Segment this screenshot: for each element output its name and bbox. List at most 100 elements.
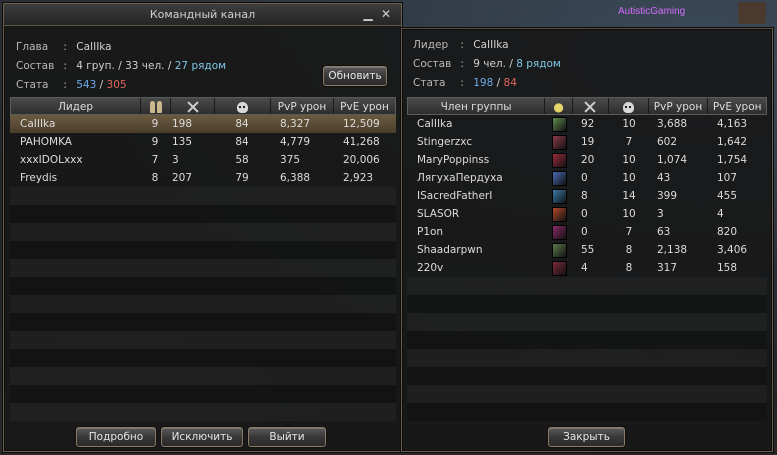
- stats-label: Стата: [413, 77, 446, 89]
- stream-tag: AutisticGaming: [618, 6, 686, 17]
- row-kills: 0: [581, 208, 588, 220]
- row-deaths: 84: [235, 136, 249, 148]
- row-deaths: 58: [235, 154, 249, 166]
- table-row[interactable]: xxxIDOLxxx 7 3 58 375 20,006: [10, 151, 396, 169]
- star-icon: ●: [553, 100, 564, 114]
- row-deaths: 14: [622, 190, 636, 202]
- stat-deaths: 84: [503, 77, 517, 89]
- row-deaths: 8: [625, 244, 633, 256]
- table-row[interactable]: PAHOMKA 9 135 84 4,779 41,268: [10, 133, 396, 151]
- table-row[interactable]: CaIIIka 9 198 84 8,327 12,509: [10, 115, 396, 133]
- composition-label: Состав: [16, 60, 55, 72]
- row-kills: 135: [172, 136, 193, 148]
- row-deaths: 10: [622, 118, 636, 130]
- empty-row: [10, 367, 396, 385]
- class-icon: [551, 207, 567, 222]
- empty-row: [407, 385, 767, 403]
- row-class: [545, 259, 573, 277]
- row-deaths: 10: [622, 172, 636, 184]
- row-pve: 158: [717, 262, 738, 274]
- row-pvp: 8,327: [280, 118, 311, 130]
- row-class: [545, 151, 573, 169]
- row-pvp: 63: [657, 226, 671, 238]
- empty-row: [407, 349, 767, 367]
- row-kills: 20: [581, 154, 595, 166]
- empty-row: [10, 313, 396, 331]
- col-pve[interactable]: PvE урон: [334, 98, 395, 114]
- col-pve[interactable]: PvE урон: [708, 98, 766, 114]
- row-pvp: 6,388: [280, 172, 311, 184]
- row-deaths: 7: [625, 226, 633, 238]
- col-leader[interactable]: Лидер: [11, 98, 141, 114]
- class-icon: [551, 135, 567, 150]
- table-row[interactable]: CaIIIka 92 10 3,688 4,163: [407, 115, 767, 133]
- table-row[interactable]: P1on 0 7 63 820: [407, 223, 767, 241]
- col-pvp[interactable]: PvP урон: [271, 98, 334, 114]
- row-kills: 0: [581, 172, 588, 184]
- row-name: MaryPoppinss: [417, 154, 490, 166]
- nearby-count: 8 рядом: [516, 58, 561, 70]
- refresh-button[interactable]: Обновить: [323, 66, 387, 86]
- col-pvp[interactable]: PvP урон: [649, 98, 709, 114]
- table-row[interactable]: Stingerzxc 19 7 602 1,642: [407, 133, 767, 151]
- empty-row: [407, 277, 767, 295]
- window-titlebar[interactable]: Командный канал ▁ ✕: [4, 4, 401, 26]
- row-deaths: 84: [235, 118, 249, 130]
- leave-button[interactable]: Выйти: [248, 427, 326, 447]
- row-name: Stingerzxc: [417, 136, 473, 148]
- row-name: Freydis: [20, 172, 58, 184]
- row-name: PAHOMKA: [20, 136, 72, 148]
- row-kills: 92: [581, 118, 595, 130]
- row-class: [545, 169, 573, 187]
- class-icon: [551, 243, 567, 258]
- details-button[interactable]: Подробно: [76, 427, 156, 447]
- table-header: Лидер PvP урон PvE урон: [10, 97, 396, 115]
- col-kills[interactable]: [573, 98, 609, 114]
- row-pvp: 4,779: [280, 136, 311, 148]
- skull-icon: [622, 101, 634, 113]
- col-kills[interactable]: [171, 98, 215, 114]
- col-members[interactable]: [141, 98, 171, 114]
- class-icon: [551, 171, 567, 186]
- col-class[interactable]: ●: [545, 98, 574, 114]
- nearby-count: 27 рядом: [174, 60, 227, 72]
- row-deaths: 10: [622, 208, 636, 220]
- row-kills: 207: [172, 172, 193, 184]
- table-row[interactable]: Shaadarpwn 55 8 2,138 3,406: [407, 241, 767, 259]
- row-class: [545, 205, 573, 223]
- row-kills: 4: [581, 262, 588, 274]
- empty-row: [407, 331, 767, 349]
- row-kills: 55: [581, 244, 595, 256]
- table-row[interactable]: SLASOR 0 10 3 4: [407, 205, 767, 223]
- row-pvp: 375: [280, 154, 301, 166]
- col-deaths[interactable]: [215, 98, 271, 114]
- row-members: 9: [151, 136, 159, 148]
- kick-button[interactable]: Исключить: [161, 427, 243, 447]
- close-button[interactable]: Закрыть: [548, 427, 625, 447]
- close-icon[interactable]: ✕: [379, 6, 393, 22]
- empty-row: [10, 187, 396, 205]
- row-members: 9: [151, 118, 159, 130]
- row-pve: 455: [717, 190, 738, 202]
- table-row[interactable]: ISacredFatherI 8 14 399 455: [407, 187, 767, 205]
- table-row[interactable]: 220v 4 8 317 158: [407, 259, 767, 277]
- col-member[interactable]: Член группы: [408, 98, 546, 114]
- col-deaths[interactable]: [609, 98, 649, 114]
- empty-row: [407, 367, 767, 385]
- empty-row: [10, 241, 396, 259]
- leader-value: CaIIIka: [76, 41, 112, 53]
- empty-row: [10, 277, 396, 295]
- swords-icon: [187, 101, 199, 113]
- table-row[interactable]: MaryPoppinss 20 10 1,074 1,754: [407, 151, 767, 169]
- minimize-icon[interactable]: ▁: [361, 6, 375, 22]
- row-pve: 1,754: [717, 154, 748, 166]
- stat-kills: 198: [473, 77, 494, 89]
- table-row[interactable]: ЛягухаПердуха 0 10 43 107: [407, 169, 767, 187]
- table-row[interactable]: Freydis 8 207 79 6,388 2,923: [10, 169, 396, 187]
- row-pvp: 1,074: [657, 154, 688, 166]
- empty-row: [407, 295, 767, 313]
- members-table: Член группы ● PvP урон PvE урон CaIIIka 9…: [407, 97, 767, 421]
- row-kills: 3: [172, 154, 179, 166]
- row-class: [545, 133, 573, 151]
- table-header: Член группы ● PvP урон PvE урон: [407, 97, 767, 115]
